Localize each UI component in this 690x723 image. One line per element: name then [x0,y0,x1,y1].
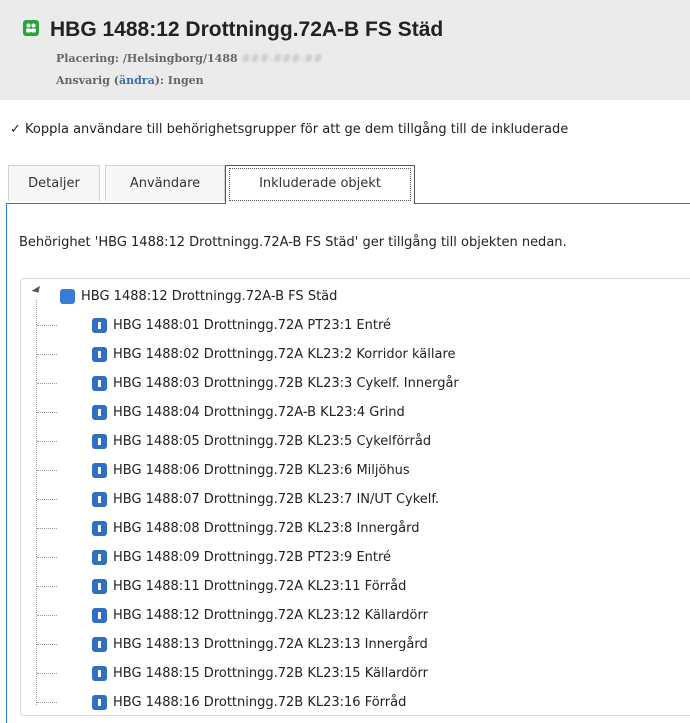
tree-child-node[interactable]: HBG 1488:04 Drottningg.72A-B KL23:4 Grin… [92,402,405,422]
tab-panel-border-left [6,203,7,723]
tree-child-node[interactable]: HBG 1488:01 Drottningg.72A PT23:1 Entré [92,315,391,335]
tree-root-node[interactable]: HBG 1488:12 Drottningg.72A-B FS Städ [60,286,337,306]
tree-child-label: HBG 1488:05 Drottningg.72B KL23:5 Cykelf… [113,433,432,449]
door-icon [92,317,107,333]
tree-branch-line [37,354,57,355]
tree-root-label: HBG 1488:12 Drottningg.72A-B FS Städ [81,288,338,304]
permission-description: Behörighet 'HBG 1488:12 Drottningg.72A-B… [19,235,567,250]
tree-child-label: HBG 1488:02 Drottningg.72A KL23:2 Korrid… [113,346,456,362]
door-icon [92,665,107,681]
tree-child-label: HBG 1488:04 Drottningg.72A-B KL23:4 Grin… [113,404,405,420]
tree-child-label: HBG 1488:08 Drottningg.72B KL23:8 Innerg… [113,520,420,536]
object-header: HBG 1488:12 Drottningg.72A-B FS Städ Pla… [0,0,690,100]
door-icon [92,636,107,652]
tree-child-node[interactable]: HBG 1488:13 Drottningg.72A KL23:13 Inner… [92,634,428,654]
tree-child-node[interactable]: HBG 1488:15 Drottningg.72B KL23:15 Källa… [92,663,428,683]
tab-users[interactable]: Användare [105,165,225,201]
tree-branch-line [37,557,57,558]
location-label: Placering: /Helsingborg/1488 [56,52,238,65]
tree-child-node[interactable]: HBG 1488:07 Drottningg.72B KL23:7 IN/UT … [92,489,439,509]
tree-branch-line [37,528,57,529]
tree-child-label: HBG 1488:03 Drottningg.72B KL23:3 Cykelf… [113,375,459,391]
tree-child-node[interactable]: HBG 1488:08 Drottningg.72B KL23:8 Innerg… [92,518,419,538]
door-icon [92,607,107,623]
tab-details[interactable]: Detaljer [8,165,100,201]
tab-included-objects-label: Inkluderade objekt [229,168,411,201]
door-icon [92,404,107,420]
responsible-prefix: Ansvarig ( [56,74,119,87]
tree-child-label: HBG 1488:09 Drottningg.72B PT23:9 Entré [113,549,392,565]
tree-branch-line [37,702,57,703]
door-icon [92,462,107,478]
group-icon [60,288,75,304]
tree-child-node[interactable]: HBG 1488:11 Drottningg.72A KL23:11 Förrå… [92,576,406,596]
tree-branch-line [37,499,57,500]
door-icon [92,346,107,362]
location-text: Placering: /Helsingborg/1488 ###-###-## [56,52,323,65]
door-icon [92,433,107,449]
door-icon [92,578,107,594]
tree-branch-line [37,412,57,413]
tree-child-label: HBG 1488:06 Drottningg.72B KL23:6 Miljöh… [113,462,410,478]
tree-branch-line [37,673,57,674]
door-icon [92,520,107,536]
tree-branch-line [37,586,57,587]
tree-child-label: HBG 1488:12 Drottningg.72A KL23:12 Källa… [113,607,428,623]
group-icon [23,20,39,36]
tree-child-node[interactable]: HBG 1488:06 Drottningg.72B KL23:6 Miljöh… [92,460,410,480]
location-redacted: ###-###-## [241,52,323,65]
tree-branch-line [37,441,57,442]
tree-child-label: HBG 1488:16 Drottningg.72B KL23:16 Förrå… [113,694,407,710]
tree-branch-line [37,325,57,326]
tree-child-label: HBG 1488:07 Drottningg.72B KL23:7 IN/UT … [113,491,440,507]
tree-branch-line [37,383,57,384]
tree-child-label: HBG 1488:11 Drottningg.72A KL23:11 Förrå… [113,578,407,594]
door-icon [92,694,107,710]
tree-branch-line [37,470,57,471]
tab-included-objects[interactable]: Inkluderade objekt [225,165,415,204]
tree-branch-line [37,644,57,645]
tree-child-node[interactable]: HBG 1488:02 Drottningg.72A KL23:2 Korrid… [92,344,456,364]
tree-child-node[interactable]: HBG 1488:16 Drottningg.72B KL23:16 Förrå… [92,692,406,712]
tree-child-node[interactable]: HBG 1488:03 Drottningg.72B KL23:3 Cykelf… [92,373,459,393]
tree-child-node[interactable]: HBG 1488:09 Drottningg.72B PT23:9 Entré [92,547,391,567]
tree-branch-line [37,615,57,616]
info-notice: ✓ Koppla användare till behörighetsgrupp… [10,122,569,137]
responsible-text: Ansvarig (ändra): Ingen [56,74,204,87]
door-icon [92,375,107,391]
tree-child-label: HBG 1488:01 Drottningg.72A PT23:1 Entré [113,317,392,333]
change-responsible-link[interactable]: ändra [119,74,155,87]
responsible-suffix: ): Ingen [154,74,204,87]
tree-child-node[interactable]: HBG 1488:12 Drottningg.72A KL23:12 Källa… [92,605,428,625]
door-icon [92,549,107,565]
page-title: HBG 1488:12 Drottningg.72A-B FS Städ [50,18,444,41]
tree-child-label: HBG 1488:15 Drottningg.72B KL23:15 Källa… [113,665,428,681]
door-icon [92,491,107,507]
tree-child-label: HBG 1488:13 Drottningg.72A KL23:13 Inner… [113,636,428,652]
tree-child-node[interactable]: HBG 1488:05 Drottningg.72B KL23:5 Cykelf… [92,431,431,451]
